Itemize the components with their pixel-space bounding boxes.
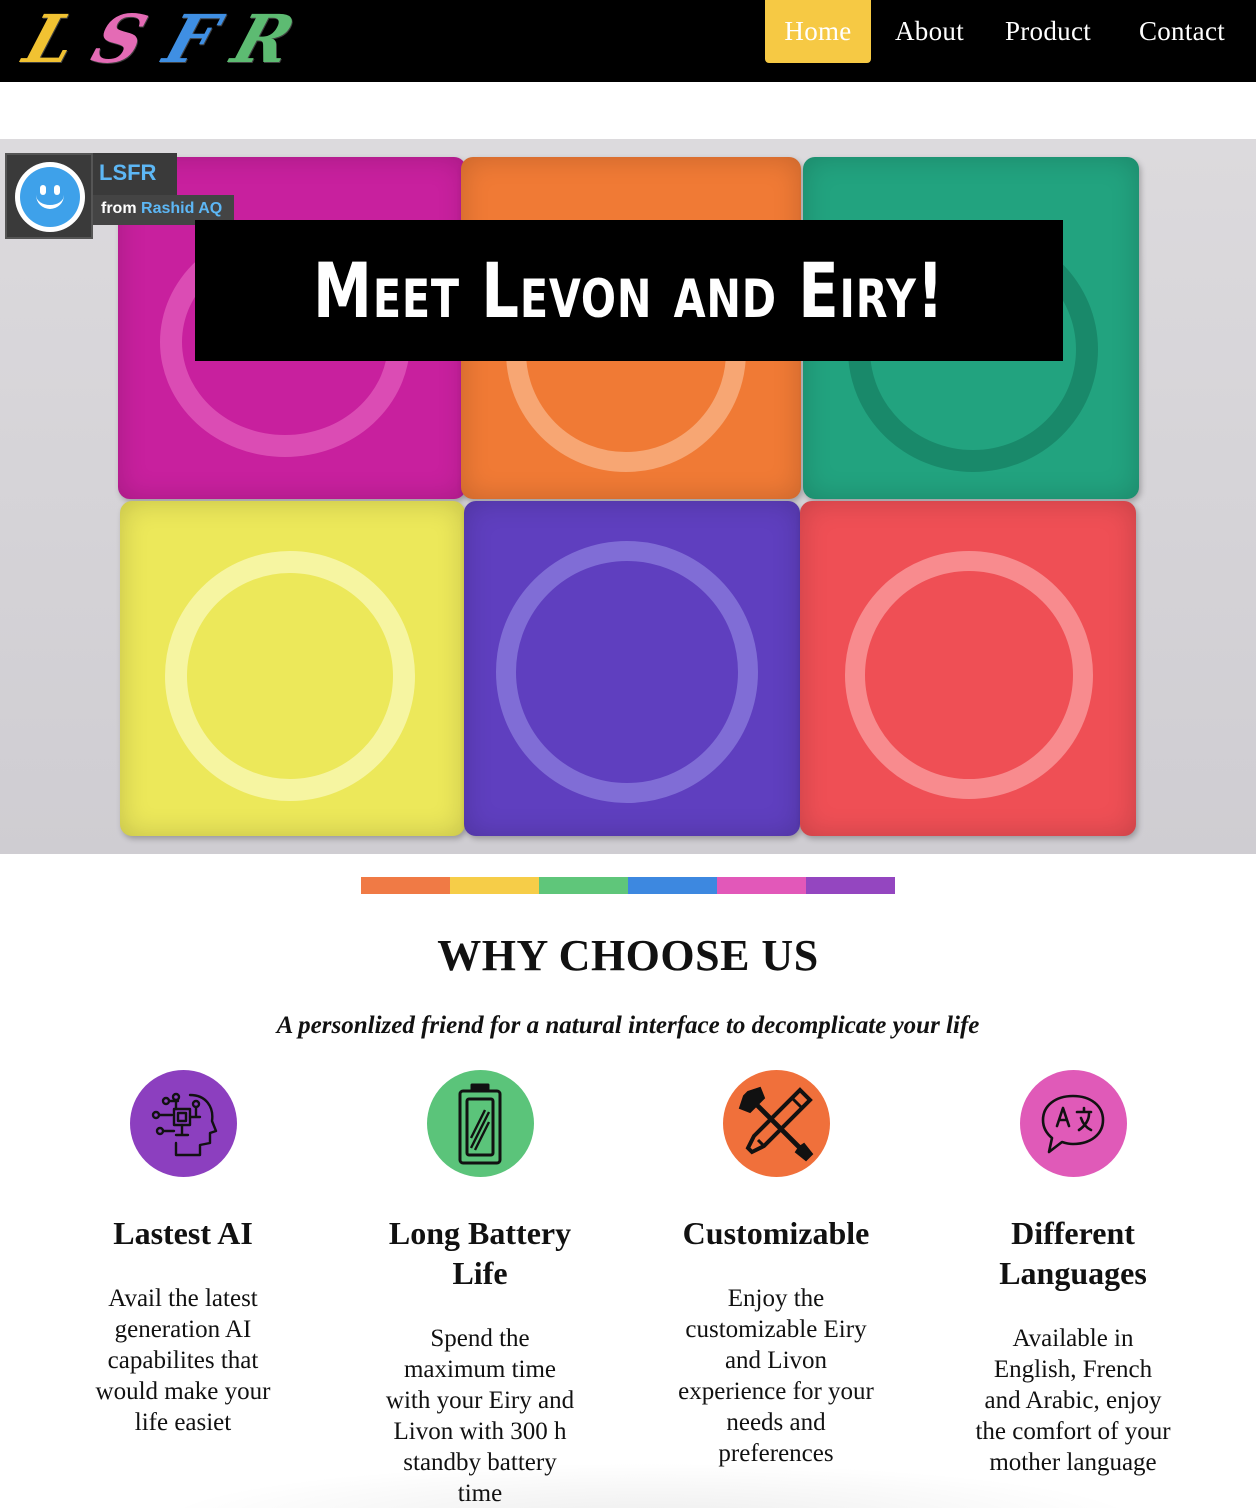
- ai-brain-icon: [129, 1070, 237, 1177]
- feature-languages: Different Languages Available in English…: [963, 1070, 1183, 1478]
- nav-home[interactable]: Home: [765, 0, 871, 63]
- nav-contact[interactable]: Contact: [1108, 0, 1256, 63]
- feature-title: Customizable: [682, 1215, 870, 1251]
- rainbow-seg-blue: [628, 877, 717, 894]
- channel-avatar: [15, 162, 85, 232]
- channel-name[interactable]: LSFR: [93, 153, 177, 195]
- rainbow-seg-purple: [806, 877, 895, 894]
- tools-icon: [722, 1070, 830, 1177]
- channel-from-label: from: [101, 200, 137, 217]
- block-red: [800, 501, 1136, 836]
- rainbow-seg-pink: [717, 877, 806, 894]
- logo-letter-f: F: [155, 0, 228, 78]
- nav-about[interactable]: About: [871, 0, 988, 63]
- smiley-icon: [20, 167, 80, 227]
- rainbow-seg-orange: [361, 877, 450, 894]
- hero-title: Meet Levon and Eiry!: [313, 246, 945, 335]
- rainbow-seg-green: [539, 877, 628, 894]
- block-yellow: [120, 501, 465, 836]
- feature-battery: Long Battery Life Spend the maximum time…: [370, 1070, 590, 1508]
- section-subtitle: A personlized friend for a natural inter…: [276, 1012, 980, 1039]
- rainbow-seg-yellow: [450, 877, 539, 894]
- hero-title-box: Meet Levon and Eiry!: [195, 220, 1063, 361]
- navbar: L S F R Home About Product Contact: [0, 0, 1256, 82]
- nav-product[interactable]: Product: [988, 0, 1108, 63]
- channel-author: Rashid AQ: [141, 200, 223, 217]
- feature-title: Lastest AI: [113, 1215, 253, 1251]
- logo-letter-s: S: [83, 0, 157, 78]
- feature-desc: Available in English, French and Arabic,…: [975, 1325, 1171, 1476]
- feature-title: Different Languages: [999, 1215, 1147, 1291]
- section-title: WHY CHOOSE US: [437, 931, 819, 980]
- feature-latest-ai: Lastest AI Avail the latest generation A…: [73, 1070, 293, 1438]
- feature-desc: Enjoy the customizable Eiry and Livon ex…: [678, 1285, 874, 1467]
- battery-icon: [426, 1070, 534, 1177]
- rainbow-divider: [361, 877, 895, 894]
- feature-desc: Spend the maximum time with your Eiry an…: [385, 1325, 575, 1507]
- block-purple: [464, 501, 800, 836]
- feature-desc: Avail the latest generation AI capabilit…: [95, 1285, 271, 1436]
- block-ring: [165, 551, 415, 801]
- translate-icon: [1019, 1070, 1127, 1177]
- main-nav: Home About Product Contact: [765, 0, 1256, 63]
- site-logo[interactable]: L S F R: [15, 0, 322, 78]
- feature-title: Long Battery Life: [388, 1215, 572, 1291]
- logo-letter-r: R: [223, 0, 304, 78]
- block-ring: [496, 541, 758, 803]
- smiley-mouth: [36, 191, 64, 209]
- feature-customizable: Customizable Enjoy the customizable Eiry…: [666, 1070, 886, 1469]
- logo-letter-l: L: [15, 0, 88, 78]
- block-ring: [845, 551, 1093, 799]
- channel-avatar-frame[interactable]: [5, 153, 93, 239]
- hero-video[interactable]: LSFR from Rashid AQ Meet Levon and Eiry!: [0, 139, 1256, 854]
